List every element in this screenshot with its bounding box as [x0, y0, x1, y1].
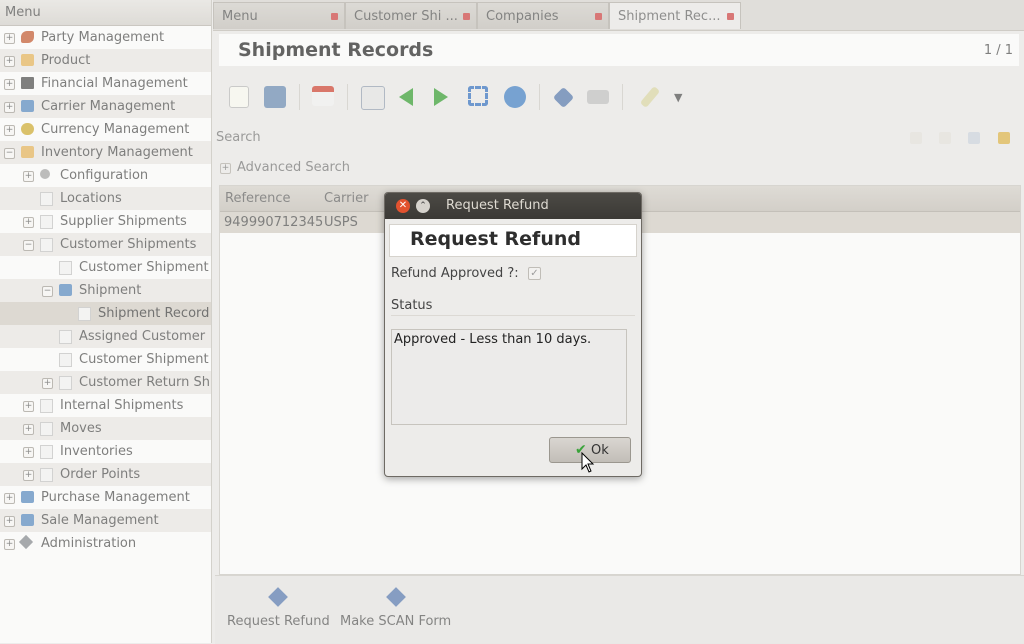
- dialog-window-title: Request Refund: [446, 198, 549, 213]
- close-icon[interactable]: ✕: [396, 199, 410, 213]
- status-label: Status: [391, 298, 433, 313]
- minimize-icon[interactable]: ⌃: [416, 199, 430, 213]
- status-textarea[interactable]: Approved - Less than 10 days.: [391, 329, 627, 425]
- dialog-titlebar[interactable]: ✕ ⌃ Request Refund: [385, 193, 641, 219]
- mouse-cursor-icon: [581, 452, 595, 473]
- request-refund-dialog: ✕ ⌃ Request Refund Request Refund Refund…: [384, 192, 642, 477]
- refund-approved-checkbox[interactable]: ✓: [528, 267, 541, 280]
- dialog-heading: Request Refund: [410, 228, 581, 250]
- dialog-heading-box: Request Refund: [389, 224, 637, 257]
- divider: [391, 315, 635, 316]
- refund-approved-label: Refund Approved ?:: [391, 266, 519, 281]
